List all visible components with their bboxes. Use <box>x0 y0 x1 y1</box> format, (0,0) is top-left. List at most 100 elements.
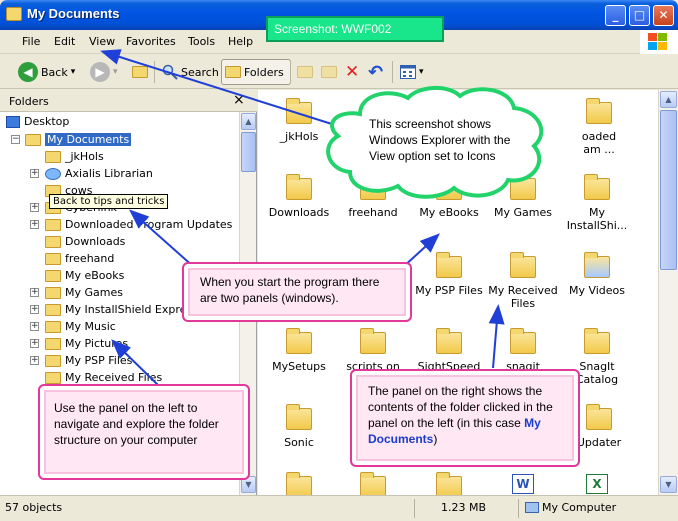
expand-icon[interactable]: + <box>30 305 39 314</box>
pictures-folder-icon <box>45 337 61 350</box>
folder-icon <box>584 328 610 354</box>
tree-item[interactable]: Downloaded Program Updates <box>45 216 232 233</box>
folder-icon <box>25 133 41 146</box>
file-item[interactable]: oaded am ... <box>560 98 638 156</box>
menu-tools[interactable]: Tools <box>188 35 215 48</box>
move-to-button[interactable] <box>297 59 313 85</box>
note-text: The panel on the right shows the content… <box>368 383 573 447</box>
file-item[interactable]: X <box>558 474 636 494</box>
menu-file[interactable]: File <box>22 35 40 48</box>
delete-icon: ✕ <box>345 62 360 82</box>
forward-dropdown-icon[interactable]: ▾ <box>113 67 118 77</box>
file-item[interactable]: scripts on <box>334 328 412 373</box>
collapse-icon[interactable]: − <box>11 135 20 144</box>
expand-icon[interactable]: + <box>30 322 39 331</box>
tree-item[interactable]: My InstallShield Express <box>45 301 198 318</box>
folder-icon <box>286 328 312 354</box>
file-item-label: My eBooks <box>419 206 479 219</box>
expand-icon[interactable]: + <box>30 169 39 178</box>
expand-icon[interactable]: + <box>30 356 39 365</box>
folder-icon <box>286 404 312 430</box>
folders-pane-close-button[interactable]: × <box>233 92 245 108</box>
status-location: My Computer <box>542 501 617 514</box>
status-bar: 57 objects 1.23 MB My Computer <box>0 495 678 521</box>
file-item[interactable]: My Videos <box>558 252 636 297</box>
tree-item[interactable]: My Pictures <box>45 335 128 352</box>
toolbar-separator <box>290 61 291 83</box>
file-item[interactable]: SightSpeed <box>410 328 488 373</box>
file-item-label: am ... <box>583 143 615 156</box>
expand-icon[interactable]: + <box>30 220 39 229</box>
close-button[interactable]: ✕ <box>653 5 674 26</box>
delete-button[interactable]: ✕ <box>345 59 359 85</box>
file-item[interactable] <box>260 472 338 495</box>
folder-icon <box>586 404 612 430</box>
scroll-thumb[interactable] <box>660 110 677 270</box>
tree-item[interactable]: My Music <box>45 318 116 335</box>
views-button[interactable]: ▾ <box>400 59 424 85</box>
file-item[interactable] <box>410 472 488 495</box>
menu-edit[interactable]: Edit <box>54 35 75 48</box>
tree-item-label: My Games <box>65 286 123 299</box>
folder-icon <box>436 472 462 495</box>
status-separator <box>518 499 519 518</box>
back-arrow-icon: ◀ <box>18 62 38 82</box>
file-item[interactable]: snagit <box>484 328 562 373</box>
forward-arrow-icon: ▶ <box>90 62 110 82</box>
file-item[interactable]: MySetups <box>260 328 338 373</box>
tree-item[interactable]: _jkHols <box>45 148 104 165</box>
tree-item[interactable]: freehand <box>45 250 114 267</box>
file-item[interactable]: My PSP Files <box>410 252 488 297</box>
file-item[interactable] <box>334 472 412 495</box>
back-label: Back <box>41 65 68 79</box>
folder-icon <box>45 286 61 299</box>
tree-item-label: My PSP Files <box>65 354 133 367</box>
expand-icon[interactable]: + <box>30 339 39 348</box>
tree-item[interactable]: My eBooks <box>45 267 124 284</box>
file-item[interactable]: Sonic <box>260 404 338 449</box>
folders-pane-title: Folders <box>9 95 49 108</box>
folder-icon <box>45 354 61 367</box>
expand-icon[interactable]: + <box>30 203 39 212</box>
back-button[interactable]: ◀ Back ▾ <box>18 59 75 85</box>
tree-item[interactable]: Downloads <box>45 233 125 250</box>
forward-button[interactable]: ▶ ▾ <box>90 59 118 85</box>
maximize-button[interactable]: □ <box>629 5 650 26</box>
windows-logo <box>640 30 678 54</box>
file-item[interactable]: W <box>484 474 562 494</box>
tree-item-label: My Received Files <box>65 371 163 384</box>
copy-to-button[interactable] <box>321 59 337 85</box>
undo-button[interactable]: ↶ <box>368 59 383 85</box>
tree-item-my-documents[interactable]: My Documents <box>25 131 132 148</box>
search-button[interactable]: Search <box>162 59 219 85</box>
scroll-up-icon[interactable]: ▲ <box>660 91 677 108</box>
tree-item-label: _jkHols <box>65 150 104 163</box>
file-item-label: Sonic <box>284 436 314 449</box>
note-left-panel: Use the panel on the left to navigate an… <box>38 384 250 480</box>
tree-item[interactable]: My PSP Files <box>45 352 132 369</box>
note-right-panel: The panel on the right shows the content… <box>350 369 580 467</box>
files-scrollbar[interactable]: ▲ ▼ <box>658 90 678 495</box>
tree-item[interactable]: My Games <box>45 284 123 301</box>
file-item-label: My Received Files <box>488 284 558 310</box>
scroll-up-icon[interactable]: ▲ <box>241 113 256 130</box>
menu-favorites[interactable]: Favorites <box>126 35 176 48</box>
file-item[interactable]: My Received Files <box>484 252 562 310</box>
folders-button[interactable]: Folders <box>221 59 291 85</box>
views-grid-icon <box>400 65 416 79</box>
file-item[interactable]: My InstallShi... <box>558 174 636 232</box>
file-item-label: My Videos <box>568 284 626 297</box>
expand-icon[interactable]: + <box>30 288 39 297</box>
tree-item-desktop[interactable]: Desktop <box>6 113 69 130</box>
file-item-label: My Games <box>494 206 552 219</box>
note-text: When you start the program there are two… <box>200 275 380 305</box>
menu-help[interactable]: Help <box>228 35 253 48</box>
scroll-thumb[interactable] <box>241 132 256 172</box>
menu-view[interactable]: View <box>89 35 115 48</box>
back-dropdown-icon[interactable]: ▾ <box>71 67 76 77</box>
scroll-down-icon[interactable]: ▼ <box>660 476 677 493</box>
minimize-button[interactable]: _ <box>605 5 626 26</box>
up-folder-button[interactable] <box>132 59 148 85</box>
folder-icon <box>45 218 61 231</box>
tree-item[interactable]: Axialis Librarian <box>45 165 153 182</box>
